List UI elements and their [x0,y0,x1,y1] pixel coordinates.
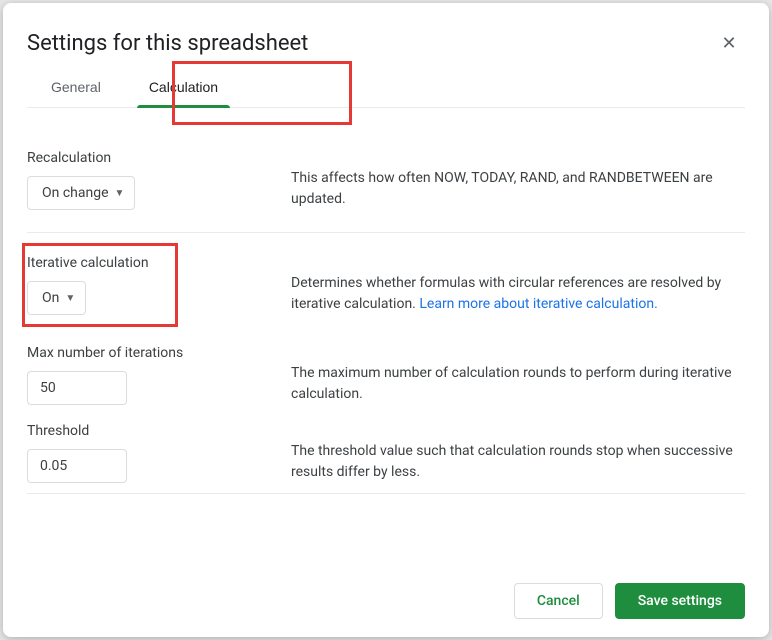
dialog-header: Settings for this spreadsheet ✕ [27,27,745,59]
chevron-down-icon: ▼ [65,293,75,304]
dialog-footer: Cancel Save settings [27,567,745,619]
divider [27,232,745,233]
section-recalculation: Recalculation On change ▼ This affects h… [27,132,745,228]
tabs-bar: General Calculation [27,67,745,108]
threshold-description: The threshold value such that calculatio… [291,423,745,483]
recalculation-dropdown[interactable]: On change ▼ [27,176,135,210]
threshold-label: Threshold [27,423,271,439]
section-max-iterations: Max number of iterations The maximum num… [27,333,745,411]
dialog-title: Settings for this spreadsheet [27,31,308,56]
max-iterations-left: Max number of iterations [27,345,271,405]
iterative-learn-more-link[interactable]: Learn more about iterative calculation. [419,296,657,312]
tab-general[interactable]: General [27,67,125,107]
divider [27,493,745,494]
iterative-value: On [42,290,59,306]
max-iterations-description: The maximum number of calculation rounds… [291,345,745,405]
iterative-label: Iterative calculation [27,255,271,271]
threshold-left: Threshold [27,423,271,483]
recalculation-left: Recalculation On change ▼ [27,150,271,210]
iterative-left: Iterative calculation On ▼ [27,255,271,315]
tab-calculation[interactable]: Calculation [125,67,242,107]
threshold-input[interactable] [27,449,127,483]
recalculation-description: This affects how often NOW, TODAY, RAND,… [291,150,745,210]
cancel-button[interactable]: Cancel [514,583,603,619]
close-icon: ✕ [721,33,736,54]
save-settings-button[interactable]: Save settings [615,583,745,619]
recalculation-label: Recalculation [27,150,271,166]
section-iterative: Iterative calculation On ▼ Determines wh… [27,237,745,333]
section-threshold: Threshold The threshold value such that … [27,411,745,489]
max-iterations-label: Max number of iterations [27,345,271,361]
chevron-down-icon: ▼ [115,188,125,199]
close-button[interactable]: ✕ [713,27,745,59]
iterative-description: Determines whether formulas with circula… [291,255,745,315]
max-iterations-input[interactable] [27,371,127,405]
recalculation-value: On change [42,185,109,201]
iterative-dropdown[interactable]: On ▼ [27,281,86,315]
settings-dialog: Settings for this spreadsheet ✕ General … [3,3,769,637]
